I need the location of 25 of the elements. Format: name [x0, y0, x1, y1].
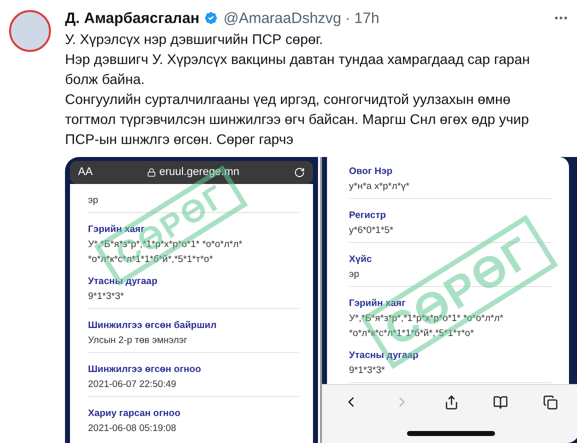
address-bar[interactable]: AA eruul.gerege.mn [70, 160, 313, 184]
field-value: 2021-06-07 22:50:49 [88, 378, 178, 392]
reload-icon[interactable] [294, 166, 305, 178]
field-value: 9*1*3*3* [88, 290, 125, 304]
author-name[interactable]: Д. Амарбаясгалан [65, 10, 200, 27]
avatar[interactable] [9, 10, 51, 52]
field-label: Овог Нэр [349, 164, 394, 179]
tweet-text: У. Хүрэлсүх нэр дэвшигчийн ПСР сөрөг. [65, 30, 324, 49]
lock-icon [147, 168, 156, 177]
tweet-text: Нэр дэвшигч У. Хүрэлсүх вакцины давтан тундаа хамрагдаад сар гаран болж байна. [65, 50, 531, 89]
author-handle[interactable]: @AmaraaDshzvg [223, 10, 342, 27]
separator-dot: · [345, 10, 350, 27]
text-size-button[interactable]: AA [78, 166, 93, 178]
field-label: Хариу гарсан огноо [88, 406, 182, 421]
field-value: 2021-06-08 05:19:08 [88, 422, 178, 436]
field-label: Шинжилгээ өгсөн байршил [88, 318, 218, 333]
post-time[interactable]: 17h [354, 10, 380, 27]
share-icon[interactable] [444, 394, 459, 410]
field-value: у*н*а х*р*л*ү* [349, 180, 410, 194]
tabs-icon[interactable] [542, 394, 558, 410]
url-text: eruul.gerege.mn [159, 166, 240, 178]
tweet-text: Сонгуулийн сурталчилгааны үед иргэд, сонгогчидтой уулзахын өмнө тогтмол түргэвчилсэн шинжилгээ өгч байсан. Маргш Снл өгөх өдр учир ПСР-ын шнжлгэ өгсөн. Сөрөг гарчэ [65, 90, 530, 149]
book-icon[interactable] [493, 394, 508, 410]
field-label: Шинжилгээ өгсөн огноо [88, 362, 202, 377]
field-value: Улсын 2-р төв эмнэлэг [88, 334, 188, 348]
